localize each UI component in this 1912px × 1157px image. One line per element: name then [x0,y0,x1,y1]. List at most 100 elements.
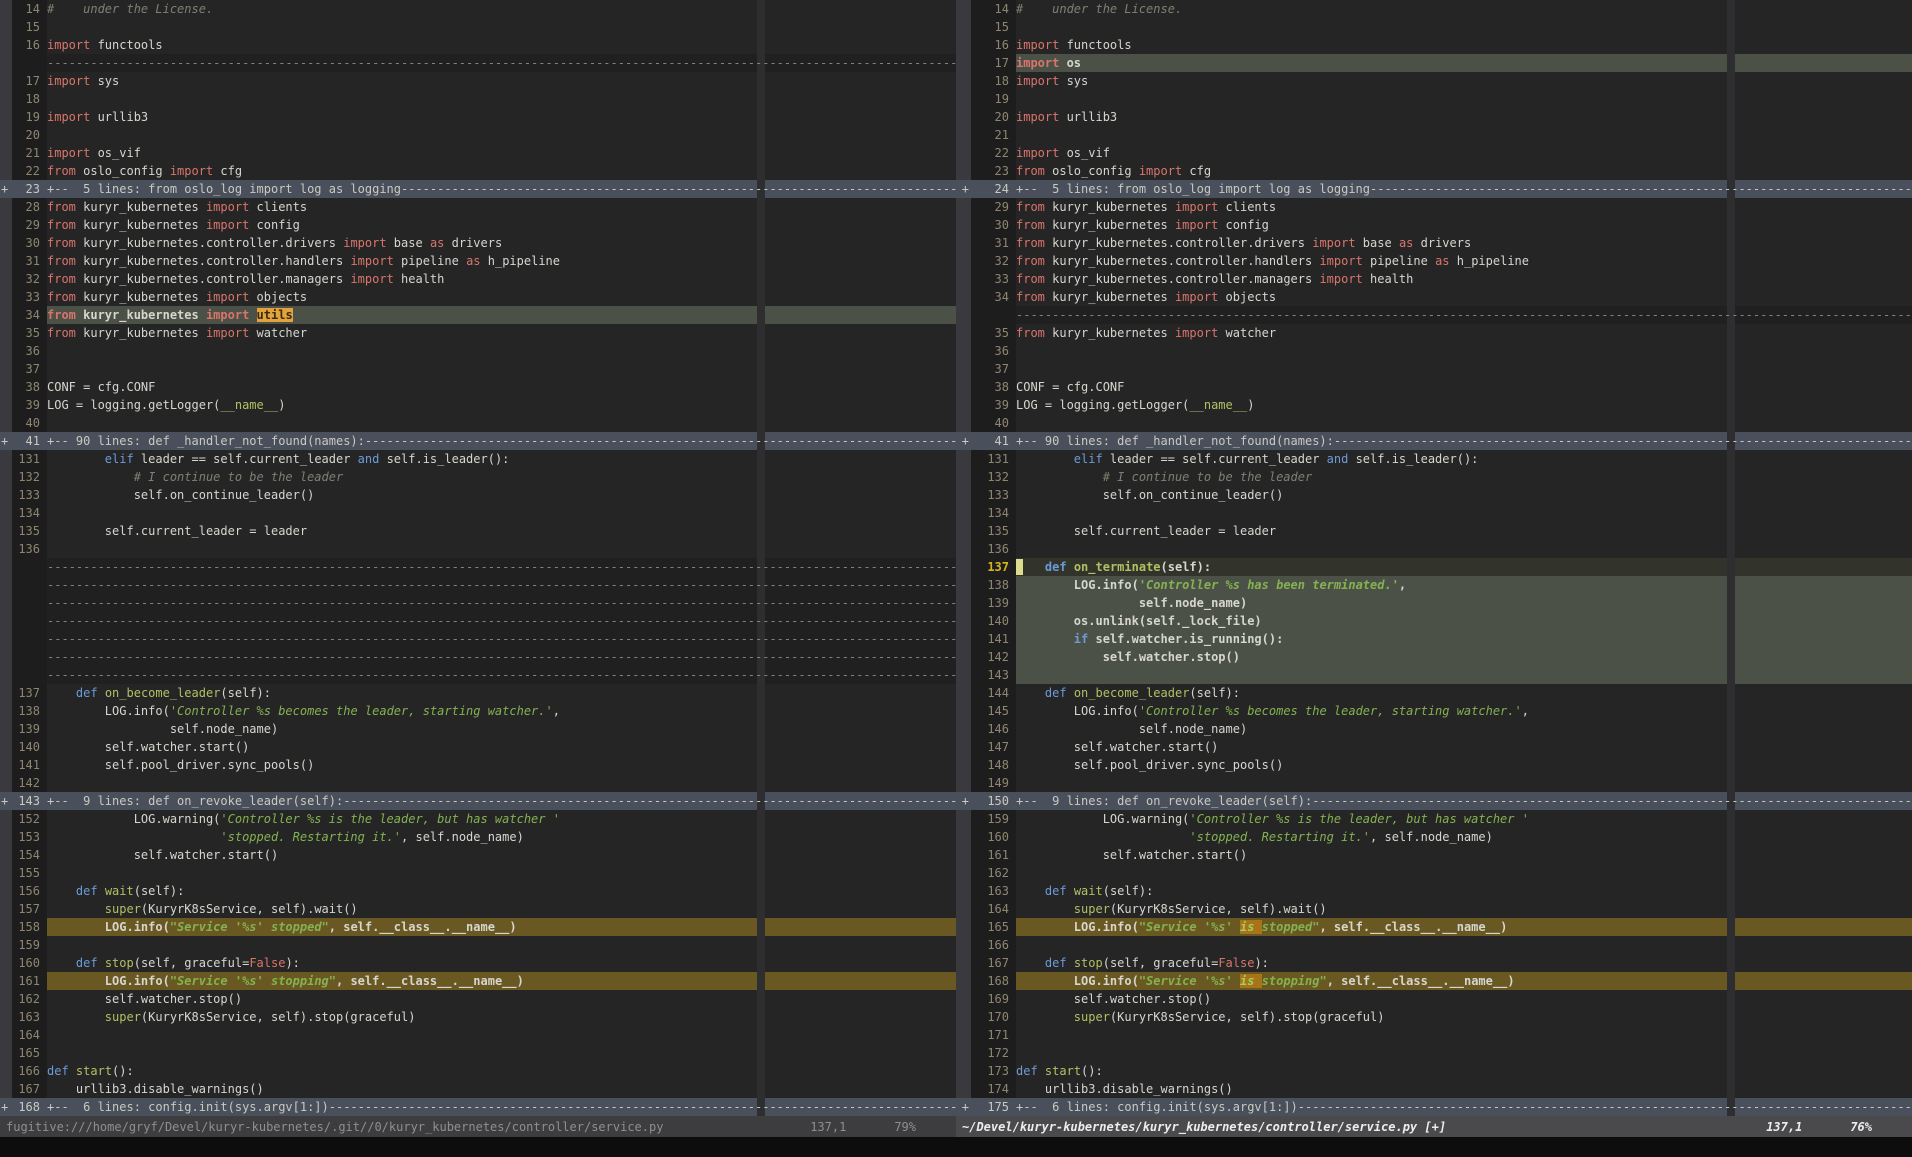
fold-line[interactable]: +150+-- 9 lines: def on_revoke_leader(se… [956,792,1912,810]
code-line[interactable]: 29from kuryr_kubernetes import config [0,216,956,234]
code-line[interactable]: 16import functools [0,36,956,54]
code-line[interactable]: 164 [0,1026,956,1044]
code-line[interactable]: 160 'stopped. Restarting it.', self.node… [956,828,1912,846]
code-line[interactable]: 142 self.watcher.stop() [956,648,1912,666]
code-line[interactable]: 160 def stop(self, graceful=False): [0,954,956,972]
fold-line[interactable]: +168+-- 6 lines: config.init(sys.argv[1:… [0,1098,956,1116]
code-line[interactable]: 37 [0,360,956,378]
code-line[interactable]: 39LOG = logging.getLogger(__name__) [956,396,1912,414]
code-line[interactable]: 161 self.watcher.start() [956,846,1912,864]
code-line[interactable]: 149 [956,774,1912,792]
code-line[interactable]: 30from kuryr_kubernetes import config [956,216,1912,234]
code-line[interactable]: 132 # I continue to be the leader [0,468,956,486]
code-line[interactable]: 20import urllib3 [956,108,1912,126]
code-line[interactable]: 165 LOG.info("Service '%s' is stopped", … [956,918,1912,936]
code-line[interactable]: 134 [956,504,1912,522]
code-line[interactable]: 30from kuryr_kubernetes.controller.drive… [0,234,956,252]
code-line[interactable]: 173def start(): [956,1062,1912,1080]
code-line[interactable]: 162 self.watcher.stop() [0,990,956,1008]
fold-marker-icon[interactable]: + [956,792,971,810]
code-line[interactable]: 20 [0,126,956,144]
code-line[interactable]: 165 [0,1044,956,1062]
code-line[interactable]: 172 [956,1044,1912,1062]
code-line[interactable]: 36 [0,342,956,360]
fold-line[interactable]: +23+-- 5 lines: from oslo_log import log… [0,180,956,198]
code-line[interactable]: 21import os_vif [0,144,956,162]
code-line[interactable]: 140 os.unlink(self._lock_file) [956,612,1912,630]
fold-line[interactable]: +41+-- 90 lines: def _handler_not_found(… [956,432,1912,450]
code-line[interactable]: 22import os_vif [956,144,1912,162]
code-line[interactable]: 38CONF = cfg.CONF [956,378,1912,396]
fold-marker-icon[interactable]: + [0,432,12,450]
code-line[interactable]: 167 def stop(self, graceful=False): [956,954,1912,972]
code-line[interactable]: 17import os [956,54,1912,72]
code-line[interactable]: 166def start(): [0,1062,956,1080]
code-line[interactable]: 15 [0,18,956,36]
code-line[interactable]: 170 super(KuryrK8sService, self).stop(gr… [956,1008,1912,1026]
code-line[interactable]: 32from kuryr_kubernetes.controller.manag… [0,270,956,288]
code-line[interactable]: 31from kuryr_kubernetes.controller.drive… [956,234,1912,252]
code-line[interactable]: 39LOG = logging.getLogger(__name__) [0,396,956,414]
fold-marker-icon[interactable]: + [0,1098,12,1116]
code-line[interactable]: 23from oslo_config import cfg [956,162,1912,180]
code-line[interactable]: 40 [956,414,1912,432]
code-line[interactable]: 131 elif leader == self.current_leader a… [0,450,956,468]
code-line[interactable]: 14# under the License. [0,0,956,18]
code-line[interactable]: 138 LOG.info('Controller %s has been ter… [956,576,1912,594]
code-line[interactable]: 37 [956,360,1912,378]
fold-marker-icon[interactable]: + [956,432,971,450]
code-line[interactable]: 137 def on_become_leader(self): [0,684,956,702]
code-line[interactable]: 140 self.watcher.start() [0,738,956,756]
code-line[interactable]: 143 [956,666,1912,684]
code-line[interactable]: 159 [0,936,956,954]
code-line[interactable]: 163 super(KuryrK8sService, self).stop(gr… [0,1008,956,1026]
fold-line[interactable]: +143+-- 9 lines: def on_revoke_leader(se… [0,792,956,810]
code-line[interactable]: 154 self.watcher.start() [0,846,956,864]
fold-marker-icon[interactable]: + [0,180,12,198]
fold-marker-icon[interactable]: + [956,180,971,198]
code-line[interactable]: 35from kuryr_kubernetes import watcher [956,324,1912,342]
code-line[interactable]: 33from kuryr_kubernetes import objects [0,288,956,306]
code-line[interactable]: 14# under the License. [956,0,1912,18]
code-line[interactable]: 141 if self.watcher.is_running(): [956,630,1912,648]
code-line[interactable]: 166 [956,936,1912,954]
code-line[interactable]: 153 'stopped. Restarting it.', self.node… [0,828,956,846]
code-line[interactable]: 162 [956,864,1912,882]
code-line[interactable]: 34from kuryr_kubernetes import objects [956,288,1912,306]
code-line[interactable]: 163 def wait(self): [956,882,1912,900]
code-line[interactable]: 36 [956,342,1912,360]
code-line[interactable]: 135 self.current_leader = leader [956,522,1912,540]
code-line[interactable]: 161 LOG.info("Service '%s' stopping", se… [0,972,956,990]
code-line[interactable]: 18 [0,90,956,108]
code-line[interactable]: 15 [956,18,1912,36]
diff-pane-left[interactable]: 14# under the License. 15 16import funct… [0,0,956,1116]
code-line[interactable]: 132 # I continue to be the leader [956,468,1912,486]
code-line[interactable]: 139 self.node_name) [956,594,1912,612]
code-line[interactable]: 19 [956,90,1912,108]
code-line[interactable]: 159 LOG.warning('Controller %s is the le… [956,810,1912,828]
fold-marker-icon[interactable]: + [956,1098,971,1116]
code-line[interactable]: 146 self.node_name) [956,720,1912,738]
code-line[interactable]: 136 [956,540,1912,558]
code-line[interactable]: 31from kuryr_kubernetes.controller.handl… [0,252,956,270]
code-line[interactable]: 171 [956,1026,1912,1044]
code-line[interactable]: 28from kuryr_kubernetes import clients [0,198,956,216]
code-line[interactable]: 174 urllib3.disable_warnings() [956,1080,1912,1098]
code-line[interactable]: 147 self.watcher.start() [956,738,1912,756]
code-line[interactable]: 22from oslo_config import cfg [0,162,956,180]
code-line[interactable]: 169 self.watcher.stop() [956,990,1912,1008]
code-line[interactable]: 142 [0,774,956,792]
code-line[interactable]: 35from kuryr_kubernetes import watcher [0,324,956,342]
code-line[interactable]: 138 LOG.info('Controller %s becomes the … [0,702,956,720]
code-line[interactable]: 139 self.node_name) [0,720,956,738]
code-line[interactable]: 16import functools [956,36,1912,54]
code-line[interactable]: 135 self.current_leader = leader [0,522,956,540]
code-line[interactable]: 133 self.on_continue_leader() [0,486,956,504]
code-line[interactable]: 141 self.pool_driver.sync_pools() [0,756,956,774]
fold-line[interactable]: +24+-- 5 lines: from oslo_log import log… [956,180,1912,198]
code-line[interactable]: 29from kuryr_kubernetes import clients [956,198,1912,216]
code-line[interactable]: 148 self.pool_driver.sync_pools() [956,756,1912,774]
fold-marker-icon[interactable]: + [0,792,12,810]
code-line[interactable]: 19import urllib3 [0,108,956,126]
code-line[interactable]: 32from kuryr_kubernetes.controller.handl… [956,252,1912,270]
